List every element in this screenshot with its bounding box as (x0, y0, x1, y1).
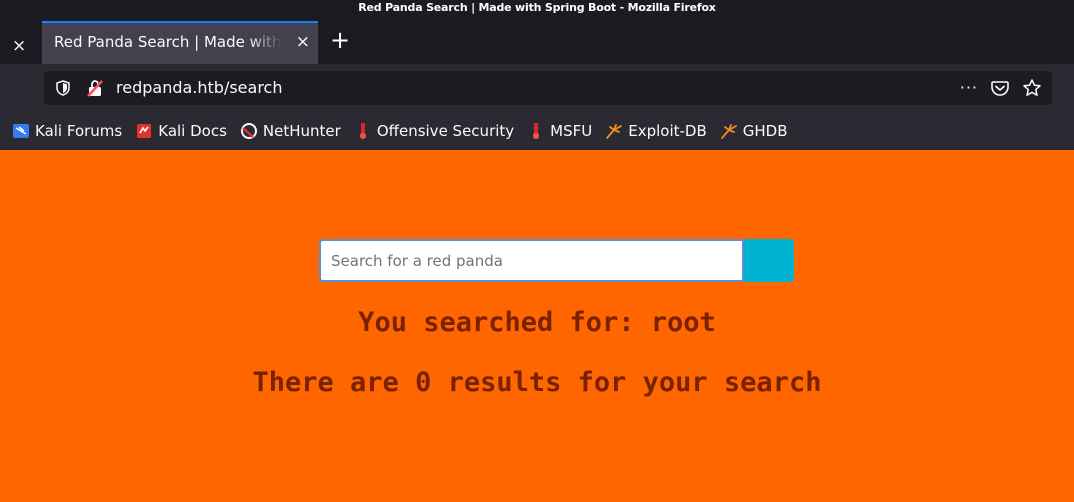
search-input[interactable] (319, 239, 744, 282)
page-actions-icon[interactable]: ··· (960, 71, 978, 105)
bookmark-label: Kali Forums (35, 122, 123, 140)
window-title: Red Panda Search | Made with Spring Boot… (0, 0, 1074, 16)
navigation-bar: redpanda.htb/search ··· (0, 64, 1074, 112)
shield-icon[interactable] (56, 80, 70, 96)
bookmark-offensive-security[interactable]: Offensive Security (354, 122, 514, 140)
bookmark-exploit-db[interactable]: Exploit-DB (605, 122, 707, 140)
url-actions: ··· (960, 71, 1042, 105)
kali-docs-icon (137, 124, 152, 138)
nethunter-icon (240, 123, 257, 139)
bookmark-label: Exploit-DB (628, 122, 707, 140)
kali-forums-icon (13, 124, 29, 138)
bookmark-star-icon[interactable] (1022, 78, 1042, 98)
tab-strip: × Red Panda Search | Made with Spring Bo… (0, 16, 1074, 64)
url-bar[interactable]: redpanda.htb/search ··· (44, 71, 1052, 105)
bookmark-kali-docs[interactable]: Kali Docs (135, 122, 227, 140)
bookmark-label: GHDB (742, 122, 788, 140)
tab-active[interactable]: Red Panda Search | Made with Spring Boot… (42, 21, 318, 64)
searched-for-text: You searched for: root (358, 307, 716, 338)
page-content: You searched for: root There are 0 resul… (0, 150, 1074, 502)
bookmark-label: Offensive Security (376, 122, 515, 140)
ghdb-icon (720, 124, 737, 139)
bookmark-label: Kali Docs (158, 122, 227, 140)
search-button[interactable] (744, 239, 794, 282)
bookmark-ghdb[interactable]: GHDB (720, 122, 788, 140)
pocket-icon[interactable] (990, 78, 1010, 98)
msfu-icon (533, 123, 540, 139)
bookmark-kali-forums[interactable]: Kali Forums (12, 122, 122, 140)
result-count-text: There are 0 results for your search (252, 367, 822, 398)
bookmark-nethunter[interactable]: NetHunter (240, 122, 341, 140)
tab-title: Red Panda Search | Made with Spring Boot (54, 33, 282, 51)
insecure-lock-icon[interactable] (86, 79, 104, 97)
bookmarks-bar: Kali Forums Kali Docs NetHunter Offensiv… (0, 112, 1074, 150)
tab-close-icon[interactable]: × (296, 21, 310, 64)
bookmark-label: NetHunter (262, 122, 341, 140)
exploit-db-icon (606, 124, 623, 139)
new-tab-button[interactable]: + (328, 20, 352, 60)
bookmark-label: MSFU (550, 122, 593, 140)
offsec-icon (359, 123, 366, 139)
bookmark-msfu[interactable]: MSFU (527, 122, 592, 140)
url-text[interactable]: redpanda.htb/search (116, 71, 282, 105)
